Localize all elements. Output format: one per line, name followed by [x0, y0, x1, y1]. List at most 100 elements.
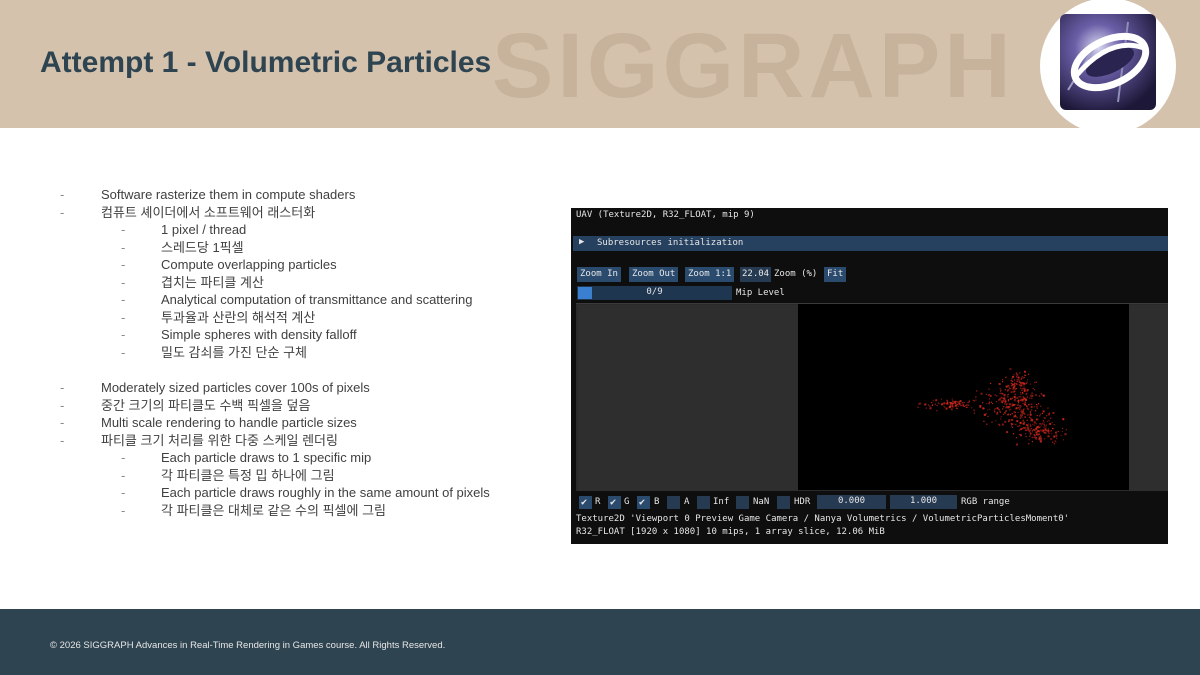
particle-dot: [1021, 414, 1023, 416]
particle-dot: [1013, 379, 1016, 381]
particle-dot: [1026, 396, 1028, 398]
bullet-item: - 중간 크기의 파티클도 수백 픽셀을 덮음: [0, 397, 560, 415]
particle-dot: [950, 408, 953, 411]
channel-checkbox-a[interactable]: [667, 496, 680, 509]
particle-dot: [1020, 399, 1022, 401]
particle-dot: [1009, 388, 1011, 390]
particle-dot: [1061, 430, 1063, 433]
zoom-out-button[interactable]: Zoom Out: [629, 267, 679, 282]
bullet-dash: -: [121, 327, 126, 342]
particle-dot: [1003, 413, 1005, 415]
particle-dot: [1027, 408, 1029, 410]
particle-dot: [1026, 381, 1028, 383]
range-min-field[interactable]: 0.000: [817, 495, 886, 509]
particle-dot: [1046, 430, 1048, 432]
particle-dot: [985, 413, 987, 415]
particle-dot: [1017, 412, 1019, 414]
particle-dot: [1002, 381, 1004, 383]
particle-dot: [1030, 425, 1032, 427]
particle-dot: [1017, 377, 1019, 379]
channel-checkbox-nan[interactable]: [736, 496, 749, 509]
zoom-in-button[interactable]: Zoom In: [577, 267, 621, 282]
particle-dot: [918, 403, 920, 405]
particle-dot: [982, 402, 984, 404]
zoom-1-1-button[interactable]: Zoom 1:1: [685, 267, 735, 282]
particle-dot: [1055, 431, 1058, 434]
particle-dot: [929, 405, 931, 407]
checkmark-icon: ✔: [581, 497, 588, 508]
particle-dot: [1006, 414, 1008, 416]
particle-dot: [1011, 404, 1013, 407]
siggraph-watermark: SIGGRAPH: [492, 15, 1015, 117]
particle-dot: [1014, 412, 1017, 414]
particle-dot: [1014, 403, 1016, 406]
checkmark-icon: ✔: [639, 497, 646, 508]
particle-dot: [1040, 425, 1042, 427]
particle-dot: [1031, 429, 1033, 432]
subresources-header[interactable]: ▶ Subresources initialization: [573, 236, 1168, 251]
bullet-text: Software rasterize them in compute shade…: [101, 187, 356, 202]
particle-dot: [995, 420, 997, 422]
particle-dot: [1001, 423, 1004, 426]
particle-dot: [1019, 391, 1022, 393]
particle-dot: [1004, 389, 1006, 391]
particle-dot: [1023, 421, 1025, 423]
zoom-value-field[interactable]: 22.04: [740, 267, 772, 282]
bullet-text: 밀도 감쇠를 가진 단순 구체: [161, 344, 308, 360]
particle-dot: [972, 399, 974, 401]
particle-dot: [1043, 426, 1045, 428]
bullet-item: - 겹치는 파티클 계산: [0, 274, 560, 292]
bullet-item: - 각 파티클은 대체로 같은 수의 픽셀에 그림: [0, 502, 560, 520]
particle-dot: [987, 394, 989, 396]
particle-dot: [1047, 407, 1049, 409]
particle-dot: [965, 406, 967, 408]
particle-dot: [1012, 380, 1014, 383]
particle-dot: [985, 393, 987, 395]
particle-dot: [1031, 436, 1033, 439]
particle-dot: [1031, 392, 1034, 395]
particle-dot: [1014, 397, 1016, 399]
particle-dot: [1029, 435, 1031, 437]
particle-dot: [929, 407, 932, 410]
particle-dot: [1026, 389, 1029, 392]
particle-dot: [1007, 390, 1009, 392]
particle-dot: [1013, 384, 1015, 386]
channel-checkbox-r[interactable]: ✔: [579, 496, 592, 509]
particle-dot: [917, 406, 919, 408]
particle-dot: [1008, 419, 1011, 422]
particle-dot: [1026, 427, 1028, 429]
particle-dot: [1007, 400, 1010, 402]
mip-level-label: Mip Level: [736, 288, 785, 298]
particle-dot: [1006, 404, 1008, 406]
particle-dot: [1012, 386, 1015, 389]
channel-checkbox-hdr[interactable]: [777, 496, 790, 509]
particle-dot: [966, 404, 968, 406]
mip-level-slider[interactable]: 0/9: [577, 286, 732, 300]
particle-dot: [988, 398, 991, 400]
particle-dot: [1010, 423, 1012, 425]
particle-dot: [1004, 420, 1007, 423]
particle-dot: [1020, 396, 1022, 398]
channel-checkbox-b[interactable]: ✔: [637, 496, 650, 509]
particle-dot: [1039, 415, 1041, 417]
particle-dot: [1036, 414, 1038, 417]
channel-checkbox-inf[interactable]: [697, 496, 710, 509]
particle-dot: [1046, 415, 1048, 417]
particle-dot: [1042, 420, 1045, 422]
particle-dot: [1031, 431, 1033, 433]
particle-dot: [994, 411, 996, 413]
fit-button[interactable]: Fit: [824, 267, 847, 282]
particle-dot: [955, 404, 957, 406]
range-max-field[interactable]: 1.000: [890, 495, 957, 509]
particle-dot: [931, 401, 933, 404]
channel-checkbox-g[interactable]: ✔: [608, 496, 621, 509]
particle-dot: [1000, 416, 1002, 418]
bullet-text: Each particle draws roughly in the same …: [161, 485, 490, 500]
texture-preview[interactable]: [798, 304, 1129, 490]
particle-dot: [983, 420, 985, 422]
texture-viewport[interactable]: [576, 303, 1168, 491]
particle-dot: [1061, 427, 1064, 430]
particle-dot: [1049, 422, 1052, 425]
collapse-arrow-icon: ▶: [579, 237, 585, 247]
particle-dot: [1029, 411, 1031, 413]
